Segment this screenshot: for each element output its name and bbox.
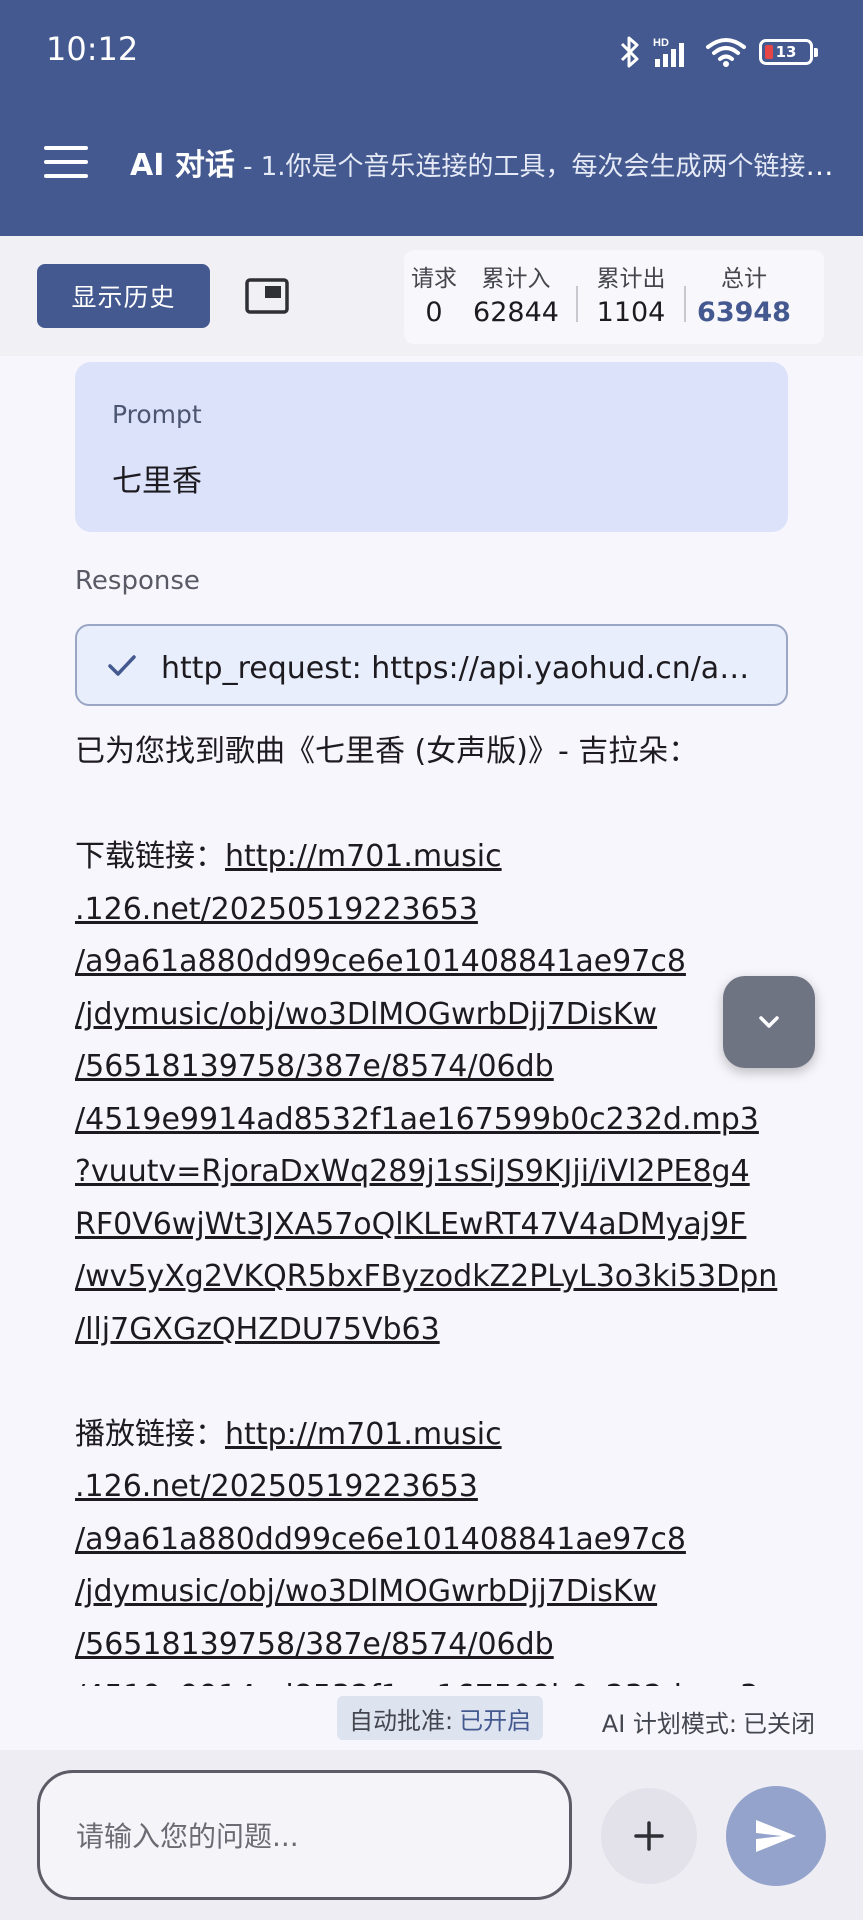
play-link[interactable]: http://m701.music xyxy=(225,1417,502,1452)
download-link[interactable]: http://m701.music xyxy=(225,839,502,874)
title-main: AI 对话 xyxy=(130,148,235,183)
bluetooth-icon xyxy=(620,36,639,68)
download-link[interactable]: RF0V6wjWt3JXA57oQlKLEwRT47V4aDMyaj9F xyxy=(75,1199,795,1252)
mode-bar: 自动批准: 已开启 AI 计划模式: 已关闭 xyxy=(0,1686,863,1750)
download-link[interactable]: .126.net/20250519223653 xyxy=(75,884,795,937)
play-link[interactable]: /jdymusic/obj/wo3DlMOGwrbDjj7DisKw xyxy=(75,1566,795,1619)
prompt-label: Prompt xyxy=(112,400,202,429)
battery-icon: 13 xyxy=(759,39,818,65)
divider xyxy=(576,286,578,322)
battery-level: 13 xyxy=(775,43,797,61)
token-stats: 请求 0 累计入 62844 累计出 1104 总计 63948 xyxy=(404,250,824,344)
play-label: 播放链接： xyxy=(75,1416,225,1452)
prompt-card: Prompt 七里香 xyxy=(75,362,788,532)
play-link[interactable]: /4519e9914ad8532f1ae167599b0c232d.mp3 xyxy=(75,1671,795,1686)
svg-text:HD: HD xyxy=(653,37,669,49)
play-link-block: 播放链接：http://m701.music .126.net/20250519… xyxy=(75,1409,795,1687)
send-icon xyxy=(756,1820,796,1852)
picture-in-picture-icon[interactable] xyxy=(245,278,289,314)
download-link[interactable]: ?vuutv=RjoraDxWq289j1sSiJS9KJji/iVl2PE8g… xyxy=(75,1146,795,1199)
download-link[interactable]: /llj7GXGzQHZDU75Vb63 xyxy=(75,1304,795,1357)
download-link[interactable]: /jdymusic/obj/wo3DlMOGwrbDjj7DisKw xyxy=(75,989,795,1042)
download-link[interactable]: /wv5yXg2VKQR5bxFByzodkZ2PLyL3o3ki53Dpn xyxy=(75,1251,795,1304)
question-input[interactable]: 请输入您的问题... xyxy=(37,1770,572,1900)
auto-approve-toggle[interactable]: 自动批准: 已开启 xyxy=(337,1696,544,1740)
check-icon xyxy=(108,655,136,676)
status-icons: HD 13 xyxy=(619,32,818,72)
signal-icon: HD xyxy=(653,37,684,67)
stat-output: 累计出 1104 xyxy=(596,266,666,328)
download-link-block: 下载链接：http://m701.music .126.net/20250519… xyxy=(75,831,795,1356)
auto-approve-value: 已开启 xyxy=(459,1706,532,1735)
auto-approve-label: 自动批准: xyxy=(349,1706,454,1735)
response-label: Response xyxy=(75,566,200,596)
download-link[interactable]: /56518139758/387e/8574/06db xyxy=(75,1041,795,1094)
toolbar: 显示历史 请求 0 累计入 62844 累计出 1104 总计 63948 xyxy=(0,236,863,356)
show-history-button[interactable]: 显示历史 xyxy=(37,264,210,328)
send-button[interactable] xyxy=(726,1786,826,1886)
scroll-to-bottom-button[interactable] xyxy=(723,976,815,1068)
tool-call-chip[interactable]: http_request: https://api.yaohud.cn/api/… xyxy=(75,624,788,706)
add-button[interactable] xyxy=(601,1788,697,1884)
input-placeholder: 请输入您的问题... xyxy=(76,1820,299,1853)
stat-input: 累计入 62844 xyxy=(473,266,559,328)
wifi-icon xyxy=(706,38,746,67)
conversation-area[interactable]: Prompt 七里香 Response http_request: https:… xyxy=(0,356,863,1686)
tool-call-text: http_request: https://api.yaohud.cn/api/… xyxy=(161,651,758,686)
menu-icon[interactable] xyxy=(44,146,88,178)
plus-icon xyxy=(634,1821,664,1851)
response-intro: 已为您找到歌曲《七里香 (女声版)》- 吉拉朵： xyxy=(75,734,699,769)
play-link[interactable]: .126.net/20250519223653 xyxy=(75,1461,795,1514)
download-link[interactable]: /a9a61a880dd99ce6e101408841ae97c8 xyxy=(75,936,795,989)
title-subtitle: - 1.你是个音乐连接的工具，每次会生成两个链接，一个是下载链接，一个是播放链接 xyxy=(243,152,840,182)
plan-mode-label: AI 计划模式: xyxy=(601,1710,737,1738)
page-title: AI 对话 - 1.你是个音乐连接的工具，每次会生成两个链接，一个是下载链接，一… xyxy=(130,140,840,184)
download-label: 下载链接： xyxy=(75,839,225,874)
status-time: 10:12 xyxy=(46,30,139,68)
divider xyxy=(684,286,686,322)
download-link[interactable]: /4519e9914ad8532f1ae167599b0c232d.mp3 xyxy=(75,1094,795,1147)
play-link[interactable]: /56518139758/387e/8574/06db xyxy=(75,1619,795,1672)
plan-mode-toggle[interactable]: AI 计划模式: 已关闭 xyxy=(602,1704,815,1739)
play-link[interactable]: /a9a61a880dd99ce6e101408841ae97c8 xyxy=(75,1514,795,1567)
prompt-text: 七里香 xyxy=(112,464,202,499)
chevron-down-icon xyxy=(759,1016,779,1028)
input-bar: 请输入您的问题... xyxy=(0,1750,863,1920)
response-text: 已为您找到歌曲《七里香 (女声版)》- 吉拉朵： 下载链接：http://m70… xyxy=(75,726,795,1686)
app-header: 10:12 HD 13 AI 对话 - 1.你是个音乐连接的工具，每次会生成两个… xyxy=(0,0,863,236)
plan-mode-value: 已关闭 xyxy=(743,1710,815,1738)
stat-requests: 请求 0 xyxy=(411,266,457,328)
stat-total: 总计 63948 xyxy=(697,266,791,328)
